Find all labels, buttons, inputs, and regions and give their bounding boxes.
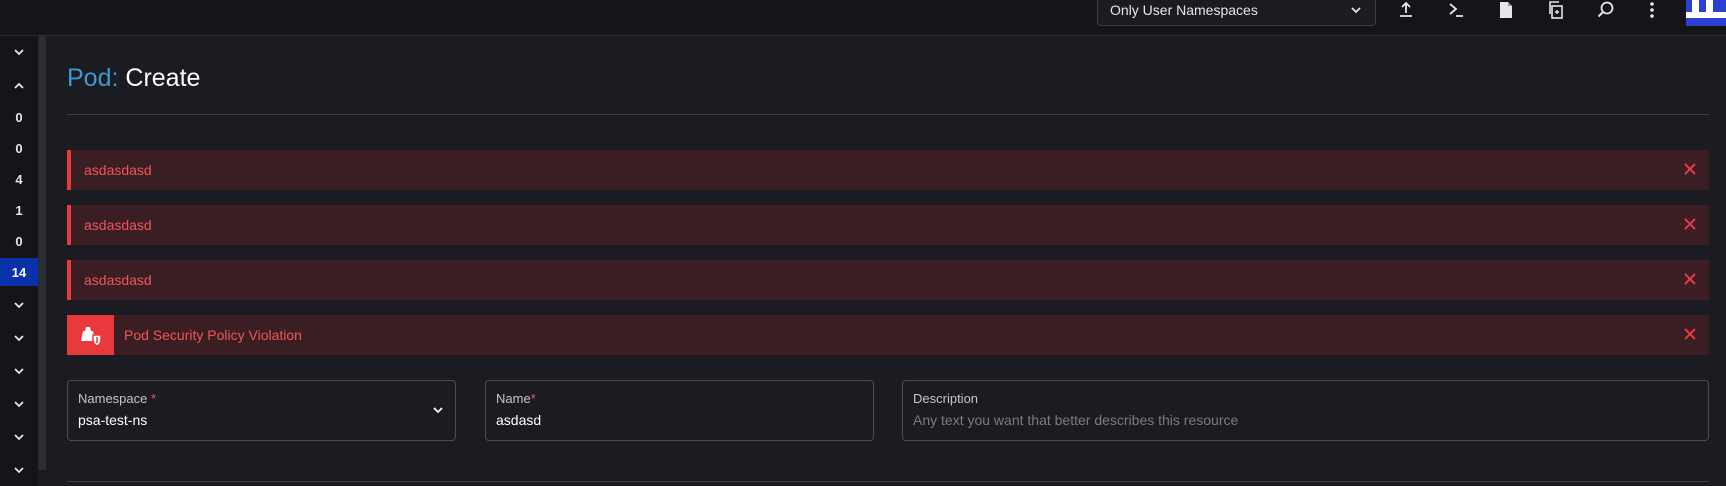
close-icon[interactable] (1681, 325, 1699, 343)
close-icon[interactable] (1681, 160, 1699, 178)
error-banner: asdasdasd (67, 150, 1709, 190)
shield-alert-icon (67, 315, 114, 355)
namespace-filter-value: Only User Namespaces (1110, 2, 1258, 18)
namespace-label: Namespace * (78, 391, 157, 406)
namespace-value: psa-test-ns (78, 412, 148, 428)
chevron-down-icon (14, 302, 24, 309)
error-banner-text: asdasdasd (84, 162, 152, 178)
sidebar-scroll-up-button[interactable] (0, 72, 38, 100)
sidebar-count[interactable]: 0 (0, 103, 38, 131)
sidebar-count[interactable]: 0 (0, 134, 38, 162)
close-icon[interactable] (1681, 215, 1699, 233)
page-title: Pod: Create (67, 64, 200, 93)
chevron-down-icon (14, 335, 24, 342)
chevron-down-icon (14, 434, 24, 441)
sidebar-expand-button[interactable] (0, 324, 38, 352)
sidebar-count[interactable]: 1 (0, 196, 38, 224)
error-banner-text: asdasdasd (84, 272, 152, 288)
sidebar-expand-button[interactable] (0, 390, 38, 418)
sidebar-expand-button[interactable] (0, 423, 38, 451)
name-label: Name* (496, 391, 536, 406)
namespace-filter-select[interactable]: Only User Namespaces (1097, 0, 1376, 26)
name-field[interactable]: Name* asdasd (485, 380, 874, 441)
sidebar-scrollbar[interactable] (38, 36, 46, 470)
description-label: Description (913, 391, 979, 406)
terminal-icon[interactable] (1440, 0, 1472, 20)
chevron-down-icon (14, 401, 24, 408)
sidebar-count[interactable]: 4 (0, 165, 38, 193)
avatar[interactable] (1686, 0, 1726, 26)
psp-violation-banner: Pod Security Policy Violation (67, 315, 1709, 355)
sidebar-expand-button[interactable] (0, 291, 38, 319)
name-value: asdasd (496, 412, 542, 428)
file-icon[interactable] (1490, 0, 1522, 20)
sidebar-count[interactable]: 0 (0, 227, 38, 255)
top-bar: Only User Namespaces (0, 0, 1726, 36)
sidebar-expand-button[interactable] (0, 456, 38, 484)
sidebar-count-active[interactable]: 14 (0, 258, 38, 286)
page-title-kind[interactable]: Pod: (67, 64, 118, 92)
namespace-select[interactable]: Namespace * psa-test-ns (67, 380, 456, 441)
copy-icon[interactable] (1540, 0, 1572, 20)
error-banner: asdasdasd (67, 260, 1709, 300)
more-vertical-icon[interactable] (1636, 0, 1668, 20)
divider (67, 481, 1709, 486)
page-title-action: Create (125, 64, 201, 92)
psp-violation-text: Pod Security Policy Violation (124, 327, 302, 343)
description-field[interactable]: Description Any text you want that bette… (902, 380, 1709, 441)
sidebar-expand-button[interactable] (0, 357, 38, 385)
sidebar: 0 0 4 1 0 14 (0, 36, 38, 486)
sidebar-collapse-button[interactable] (0, 38, 38, 66)
chevron-up-icon (14, 82, 24, 89)
chevron-down-icon (14, 467, 24, 474)
upload-icon[interactable] (1390, 0, 1422, 20)
description-placeholder: Any text you want that better describes … (913, 412, 1239, 428)
error-banner: asdasdasd (67, 205, 1709, 245)
chevron-down-icon (14, 368, 24, 375)
chevron-down-icon (1351, 7, 1361, 14)
chevron-down-icon (433, 407, 443, 414)
search-icon[interactable] (1590, 0, 1622, 20)
chevron-down-icon (14, 49, 24, 56)
divider (67, 114, 1709, 115)
close-icon[interactable] (1681, 270, 1699, 288)
error-banner-text: asdasdasd (84, 217, 152, 233)
